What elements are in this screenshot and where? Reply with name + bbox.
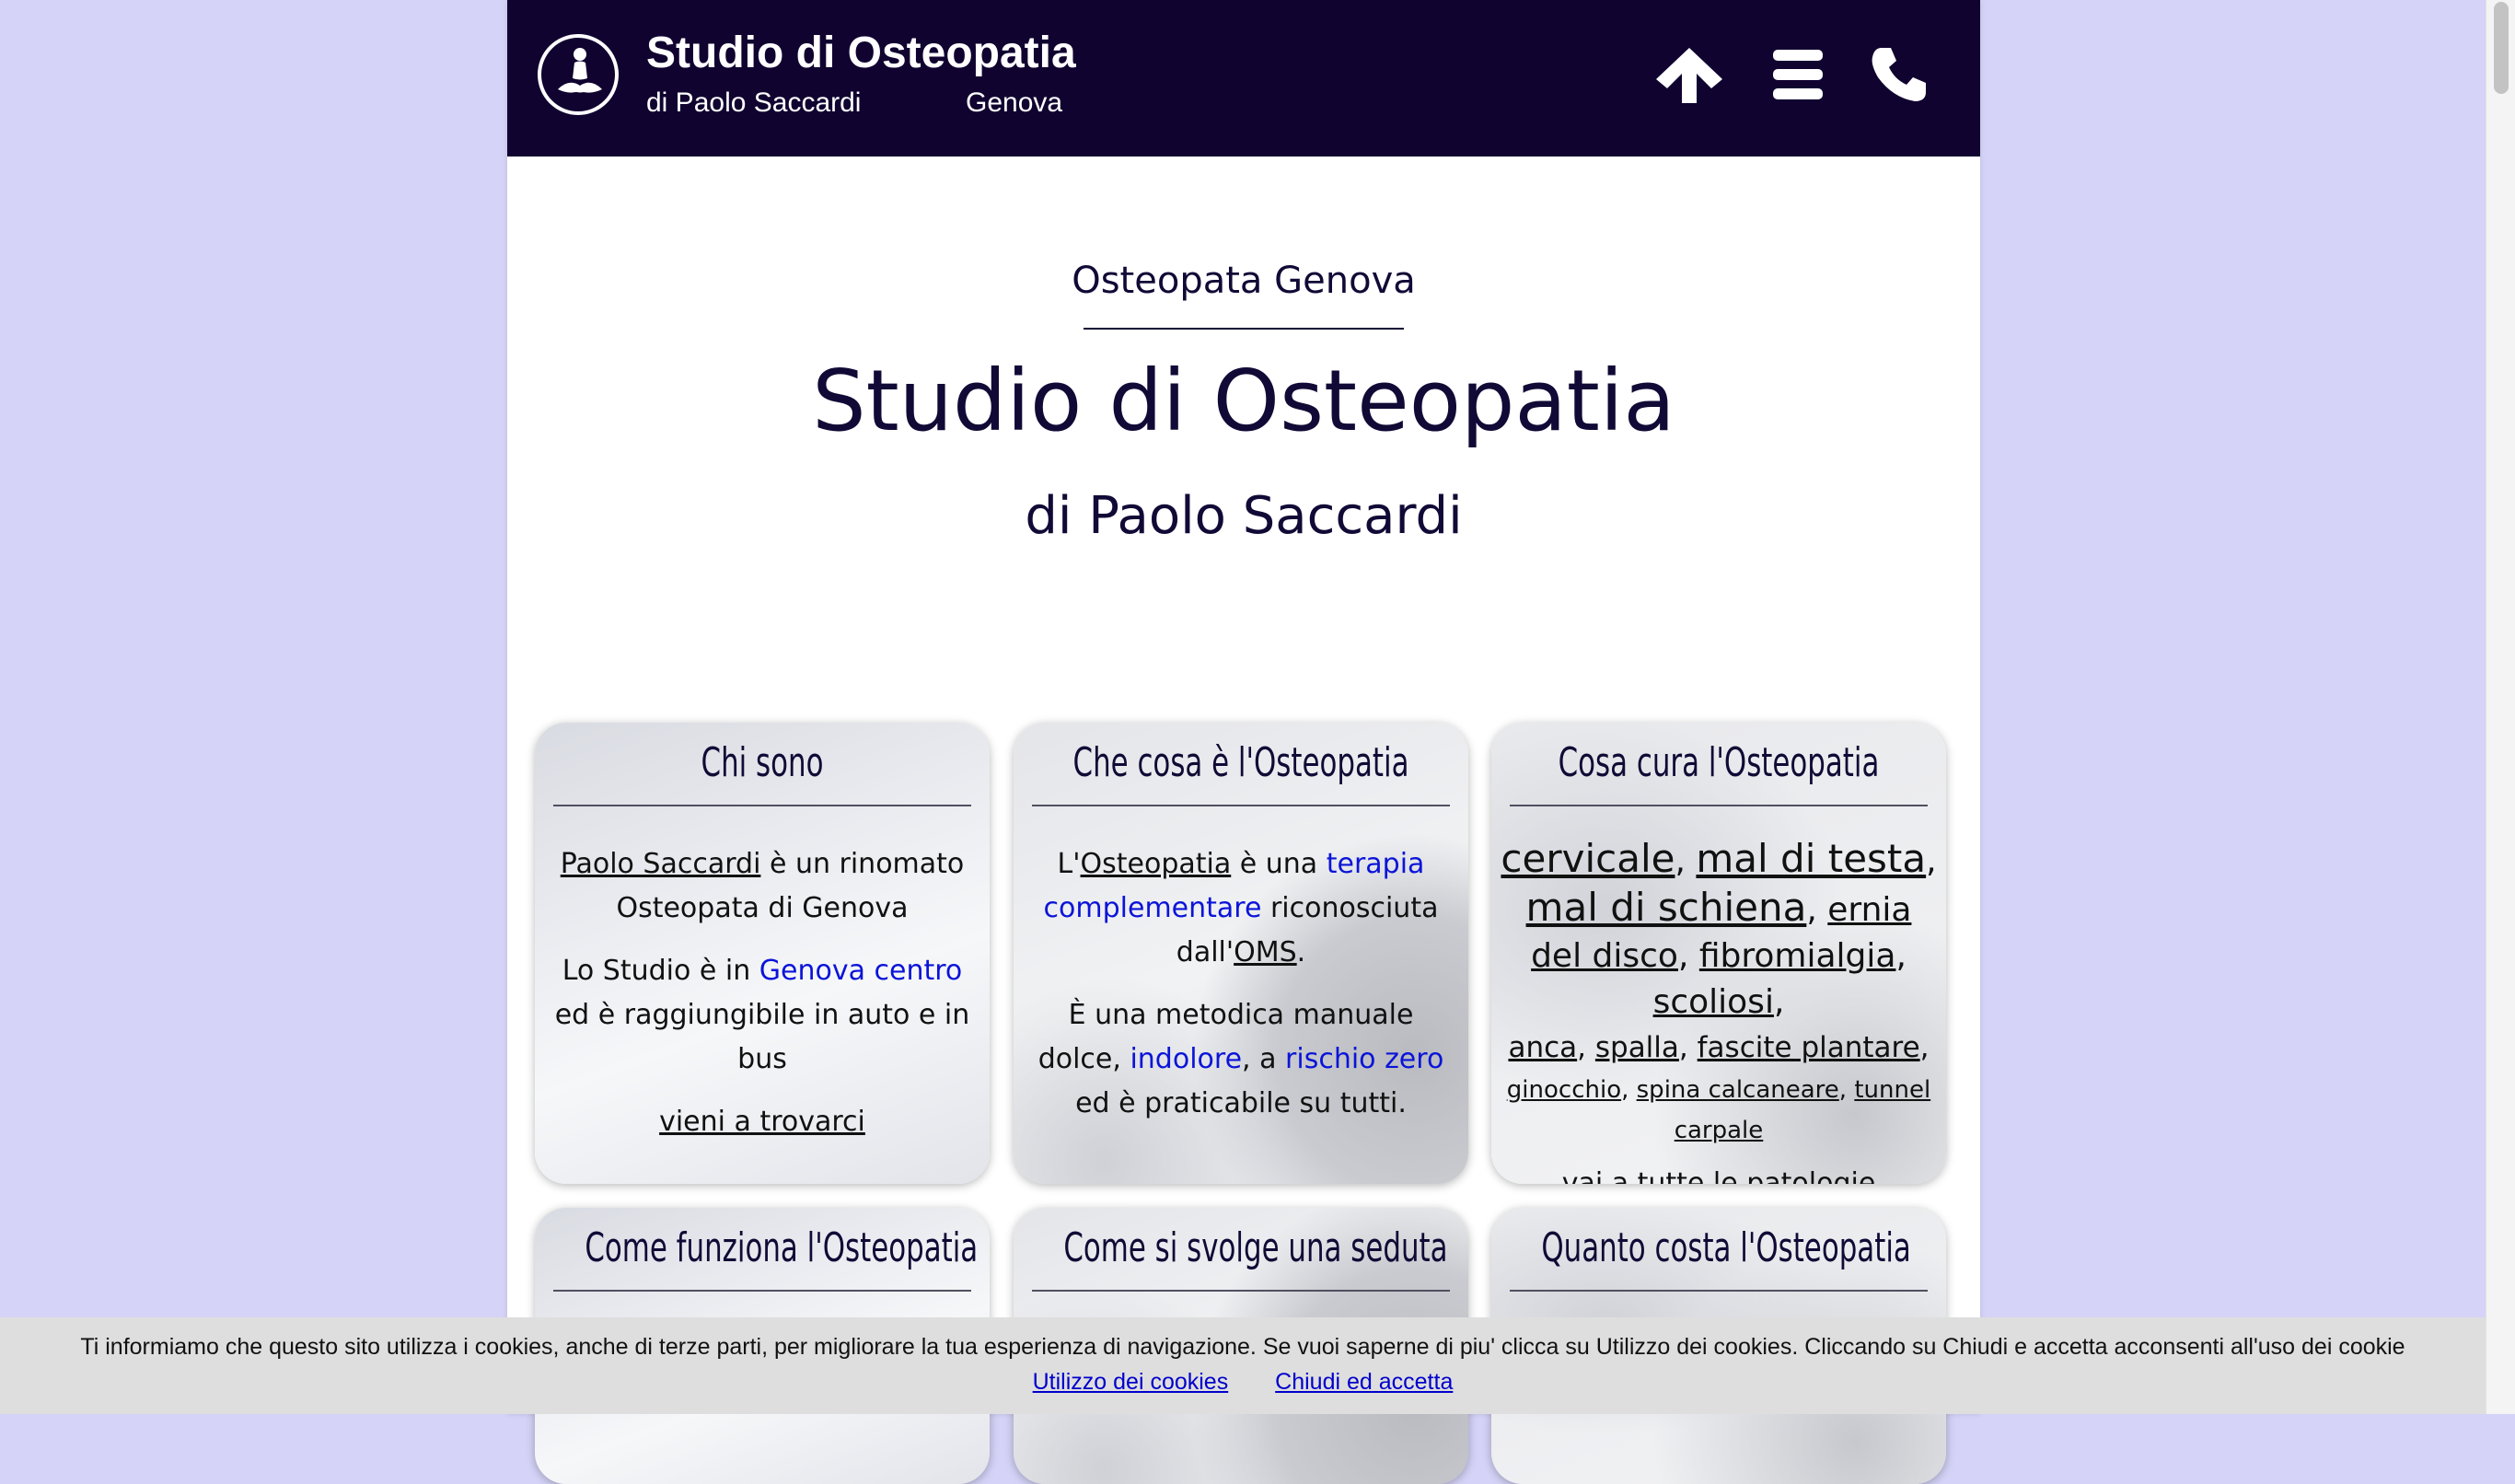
card-divider	[553, 1290, 971, 1292]
page-container: Studio di Osteopatia di Paolo Saccardi G…	[507, 0, 1980, 1484]
tag-row: ginocchio, spina calcaneare, tunnel carp…	[1506, 1076, 1931, 1144]
hero-kicker: Osteopata Genova	[1072, 260, 1416, 302]
meditation-figure-icon	[558, 48, 602, 93]
text-segment: L'	[1057, 848, 1081, 880]
card-paragraph: L'Osteopatia è una terapia complementare…	[1026, 842, 1455, 975]
tag-scoliosi[interactable]: scoliosi	[1653, 983, 1774, 1021]
card-paragraph: vieni a trovarci	[548, 1100, 977, 1144]
card-body: L'Osteopatia è una terapia complementare…	[1026, 842, 1455, 1144]
phone-icon[interactable]	[1869, 44, 1930, 109]
card-title: Come si svolge una seduta	[1063, 1224, 1448, 1271]
card-title: Chi sono	[701, 739, 824, 786]
brand-title[interactable]: Studio di Osteopatia	[646, 28, 1076, 78]
hero-divider	[1084, 328, 1404, 330]
page-subtitle: di Paolo Saccardi	[1025, 486, 1463, 546]
cookie-links: Utilizzo dei cookies Chiudi ed accetta	[0, 1369, 2486, 1396]
highlight-genova-centro: Genova centro	[759, 955, 963, 987]
card-paragraph: È una metodica manuale dolce, indolore, …	[1026, 993, 1455, 1126]
cookie-accept-link[interactable]: Chiudi ed accetta	[1275, 1369, 1453, 1395]
card-cosa-cura: Cosa cura l'Osteopatia cervicale, mal di…	[1491, 723, 1946, 1184]
tag-row: cervicale, mal di testa,	[1501, 836, 1937, 881]
card-divider	[1510, 1290, 1928, 1292]
tag-fascite-plantare[interactable]: fascite plantare	[1698, 1031, 1920, 1064]
text-segment: è una	[1231, 848, 1327, 880]
card-title: Come funziona l'Osteopatia	[585, 1224, 979, 1271]
card-title: Cosa cura l'Osteopatia	[1558, 739, 1880, 786]
tag-spina-calcaneare[interactable]: spina calcaneare	[1637, 1076, 1839, 1104]
link-tutte-le-patologie[interactable]: vai a tutte le patologie	[1562, 1167, 1876, 1184]
vertical-scrollbar[interactable]	[2486, 0, 2515, 1414]
tag-fibromialgia[interactable]: fibromialgia	[1699, 937, 1896, 975]
pathology-tag-cloud: cervicale, mal di testa, mal di schiena,…	[1501, 836, 1937, 1185]
hamburger-menu-icon[interactable]	[1771, 44, 1825, 109]
card-divider	[553, 805, 971, 806]
page-title: Studio di Osteopatia	[812, 352, 1675, 450]
tag-anca[interactable]: anca	[1508, 1031, 1577, 1064]
card-paragraph: Lo Studio è in Genova centro ed è raggiu…	[548, 949, 977, 1082]
card-che-cosa-osteopatia: Che cosa è l'Osteopatia L'Osteopatia è u…	[1014, 723, 1468, 1184]
cookie-policy-link[interactable]: Utilizzo dei cookies	[1033, 1369, 1229, 1395]
text-segment: .	[1296, 936, 1306, 968]
highlight-indolore: indolore	[1130, 1043, 1243, 1075]
tag-spalla[interactable]: spalla	[1595, 1031, 1679, 1064]
card-divider	[1510, 805, 1928, 806]
tag-row: mal di schiena, ernia del disco, fibromi…	[1525, 885, 1912, 1022]
card-divider	[1032, 805, 1450, 806]
brand-city: Genova	[966, 87, 1063, 118]
tag-cervicale[interactable]: cervicale	[1501, 836, 1675, 881]
link-vieni-a-trovarci[interactable]: vieni a trovarci	[659, 1106, 865, 1138]
highlight-rischio-zero: rischio zero	[1285, 1043, 1444, 1075]
link-osteopatia[interactable]: Osteopatia	[1081, 848, 1232, 880]
tag-row: anca, spalla, fascite plantare,	[1508, 1031, 1930, 1064]
tag-mal-di-schiena[interactable]: mal di schiena	[1526, 885, 1807, 930]
card-title: Quanto costa l'Osteopatia	[1541, 1224, 1911, 1271]
text-segment: , a	[1242, 1043, 1286, 1075]
card-paragraph: Paolo Saccardi è un rinomato Osteopata d…	[548, 842, 977, 931]
cookie-banner: Ti informiamo che questo sito utilizza i…	[0, 1317, 2486, 1414]
link-oms[interactable]: OMS	[1234, 936, 1297, 968]
site-header: Studio di Osteopatia di Paolo Saccardi G…	[507, 0, 1980, 157]
tag-ginocchio[interactable]: ginocchio	[1507, 1076, 1621, 1104]
cookie-notice-text: Ti informiamo che questo sito utilizza i…	[80, 1334, 2405, 1360]
text-segment: ed è raggiungibile in auto e in bus	[554, 999, 970, 1075]
tag-mal-di-testa[interactable]: mal di testa	[1696, 836, 1926, 881]
card-title: Che cosa è l'Osteopatia	[1072, 739, 1409, 786]
scrollbar-thumb[interactable]	[2494, 2, 2509, 94]
logo-icon[interactable]	[538, 34, 619, 115]
brand-subtitle: di Paolo Saccardi	[646, 87, 862, 118]
arrow-up-icon[interactable]	[1652, 44, 1726, 109]
text-segment: ed è praticabile su tutti.	[1075, 1087, 1407, 1119]
tag-row: vai a tutte le patologie	[1501, 1164, 1937, 1184]
link-paolo-saccardi[interactable]: Paolo Saccardi	[561, 848, 761, 880]
card-body: Paolo Saccardi è un rinomato Osteopata d…	[548, 842, 977, 1163]
card-divider	[1032, 1290, 1450, 1292]
card-chi-sono: Chi sono Paolo Saccardi è un rinomato Os…	[535, 723, 990, 1184]
text-segment: Lo Studio è in	[562, 955, 759, 987]
